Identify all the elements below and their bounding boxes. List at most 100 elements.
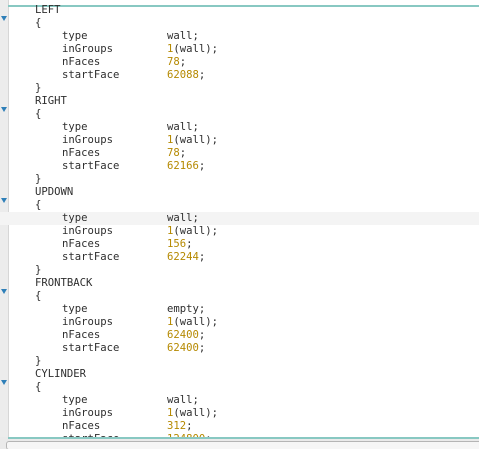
code-line-entry[interactable]: inGroups 1(wall); xyxy=(0,43,479,56)
code-line-entry[interactable]: inGroups 1(wall); xyxy=(0,225,479,238)
entry-key: inGroups xyxy=(62,134,114,146)
code-line-entry[interactable]: nFaces 312; xyxy=(0,420,479,433)
entry-value-text: (wall); xyxy=(173,43,219,55)
entry-value: 1(wall); xyxy=(167,134,218,147)
entry-key: nFaces xyxy=(62,238,101,250)
entry-key: startFace xyxy=(62,251,120,263)
brace: } xyxy=(35,173,42,185)
entry-value: 1(wall); xyxy=(167,225,218,238)
fold-arrow-icon[interactable] xyxy=(1,107,7,112)
code-line-entry[interactable]: type wall; xyxy=(0,394,479,407)
horizontal-scrollbar[interactable] xyxy=(0,437,479,449)
entry-key: type xyxy=(62,121,88,133)
code-line-entry[interactable]: inGroups 1(wall); xyxy=(0,316,479,329)
code-line-entry[interactable]: startFace 62400; xyxy=(0,342,479,355)
entry-number: 62400 xyxy=(167,329,199,341)
code-line-brace[interactable]: } xyxy=(0,355,479,368)
patch-name: FRONTBACK xyxy=(35,277,93,289)
horizontal-scrollbar-thumb[interactable] xyxy=(6,441,479,449)
entry-value: 78; xyxy=(167,147,186,160)
entry-number: 62244 xyxy=(167,251,199,263)
code-line-patch-name[interactable]: FRONTBACK xyxy=(0,277,479,290)
code-line-entry[interactable]: nFaces 62400; xyxy=(0,329,479,342)
fold-arrow-icon[interactable] xyxy=(1,380,7,385)
brace: { xyxy=(35,17,42,29)
entry-key: nFaces xyxy=(62,329,101,341)
entry-key: inGroups xyxy=(62,225,114,237)
code-line-entry[interactable]: nFaces 78; xyxy=(0,147,479,160)
entry-value: 1(wall); xyxy=(167,316,218,329)
entry-value: wall; xyxy=(167,30,199,43)
entry-value: wall; xyxy=(167,212,199,225)
entry-value: 62400; xyxy=(167,342,205,355)
brace: } xyxy=(35,82,42,94)
code-line-patch-name[interactable]: RIGHT xyxy=(0,95,479,108)
code-line-brace[interactable]: { xyxy=(0,199,479,212)
code-editor[interactable]: LEFT{type wall; inGroups 1(wall); nFaces 78; s… xyxy=(0,0,479,449)
fold-arrow-icon[interactable] xyxy=(1,198,7,203)
code-line-brace[interactable]: { xyxy=(0,17,479,30)
code-line-entry[interactable]: inGroups 1(wall); xyxy=(0,134,479,147)
scrollbar-accent-rule xyxy=(8,437,479,439)
patch-name: UPDOWN xyxy=(35,186,74,198)
entry-number: 78 xyxy=(167,56,180,68)
entry-number: 78 xyxy=(167,147,180,159)
code-line-patch-name[interactable]: CYLINDER xyxy=(0,368,479,381)
entry-key: inGroups xyxy=(62,43,114,55)
code-line-patch-name[interactable]: UPDOWN xyxy=(0,186,479,199)
code-line-entry[interactable]: type wall; xyxy=(0,30,479,43)
code-line-brace[interactable]: { xyxy=(0,290,479,303)
code-line-brace[interactable]: } xyxy=(0,173,479,186)
code-line-brace[interactable]: { xyxy=(0,108,479,121)
code-line-entry[interactable]: nFaces 78; xyxy=(0,56,479,69)
code-line-brace[interactable]: { xyxy=(0,381,479,394)
entry-value-text: ; xyxy=(198,251,206,263)
code-line-patch-name[interactable]: LEFT xyxy=(0,4,479,17)
entry-key: type xyxy=(62,303,88,315)
code-line-entry[interactable]: startFace 62088; xyxy=(0,69,479,82)
entry-value-text: wall; xyxy=(167,212,199,224)
code-line-entry[interactable]: startFace 62166; xyxy=(0,160,479,173)
entry-key: type xyxy=(62,212,88,224)
code-line-entry[interactable]: startFace 62244; xyxy=(0,251,479,264)
code-line-entry[interactable]: inGroups 1(wall); xyxy=(0,407,479,420)
patch-name: LEFT xyxy=(35,4,61,16)
code-line-entry[interactable]: type wall; xyxy=(0,121,479,134)
entry-value: 1(wall); xyxy=(167,407,218,420)
brace: { xyxy=(35,199,42,211)
code-line-entry[interactable]: nFaces 156; xyxy=(0,238,479,251)
entry-value-text: ; xyxy=(198,342,206,354)
brace: { xyxy=(35,108,42,120)
entry-value-text: wall; xyxy=(167,30,199,42)
entry-value-text: ; xyxy=(198,160,206,172)
code-line-entry[interactable]: type empty; xyxy=(0,303,479,316)
entry-key: nFaces xyxy=(62,147,101,159)
entry-key: nFaces xyxy=(62,56,101,68)
entry-value: 78; xyxy=(167,56,186,69)
entry-value: 156; xyxy=(167,238,193,251)
code-line-brace[interactable]: } xyxy=(0,82,479,95)
entry-number: 312 xyxy=(167,420,187,432)
entry-value: 312; xyxy=(167,420,193,433)
code-area[interactable]: LEFT{type wall; inGroups 1(wall); nFaces 78; s… xyxy=(0,4,479,438)
brace: } xyxy=(35,264,42,276)
fold-arrow-icon[interactable] xyxy=(1,289,7,294)
entry-key: inGroups xyxy=(62,316,114,328)
entry-value: 1(wall); xyxy=(167,43,218,56)
entry-value-text: wall; xyxy=(167,394,199,406)
fold-arrow-icon[interactable] xyxy=(1,16,7,21)
brace: { xyxy=(35,381,42,393)
code-line-brace[interactable]: } xyxy=(0,264,479,277)
entry-key: startFace xyxy=(62,69,120,81)
entry-value-text: (wall); xyxy=(173,316,219,328)
entry-key: inGroups xyxy=(62,407,114,419)
entry-value: wall; xyxy=(167,121,199,134)
patch-name: RIGHT xyxy=(35,95,67,107)
entry-value: wall; xyxy=(167,394,199,407)
entry-number: 62088 xyxy=(167,69,199,81)
entry-number: 156 xyxy=(167,238,187,250)
code-line-entry[interactable]: type wall; xyxy=(0,212,479,225)
entry-value-text: (wall); xyxy=(173,407,219,419)
entry-value: 62166; xyxy=(167,160,205,173)
entry-value-text: ; xyxy=(186,238,193,250)
